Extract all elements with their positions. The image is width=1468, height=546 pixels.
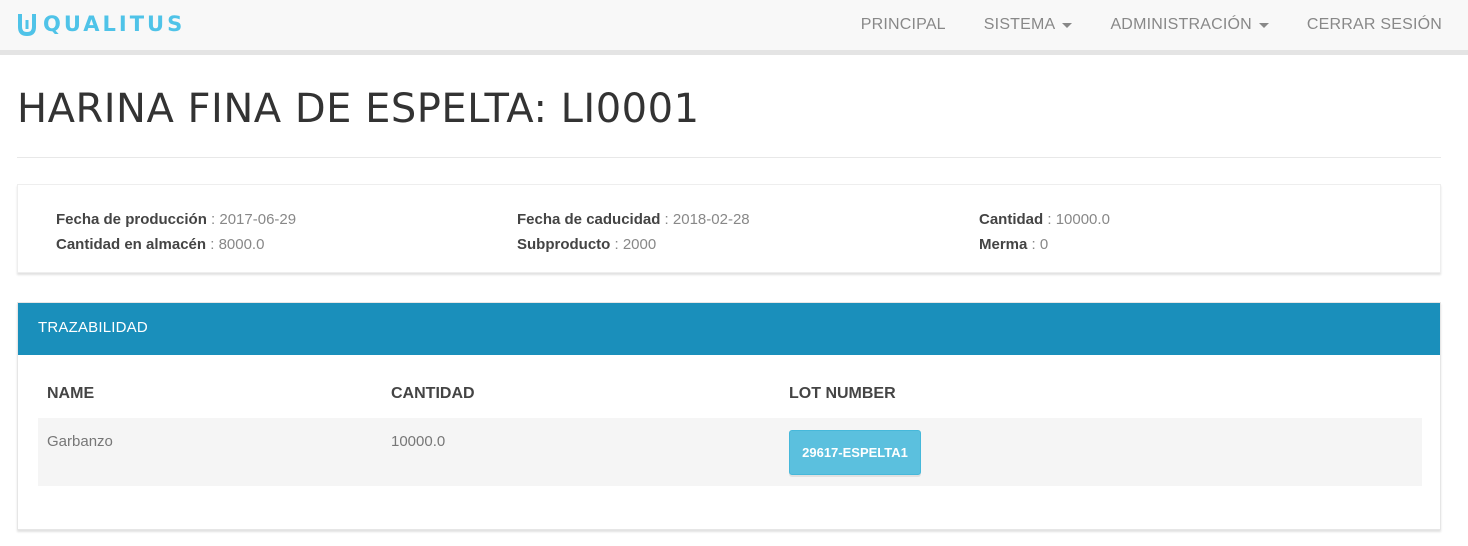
- detail-value: 2000: [622, 236, 657, 253]
- nav-item-label: CERRAR SESIÓN: [1306, 16, 1442, 33]
- detail-subproducto: Subproducto : 2000: [517, 232, 750, 257]
- details-column-2: Fecha de caducidad : 2018-02-28 Subprodu…: [517, 207, 750, 257]
- detail-cantidad-almacen: Cantidad en almacén : 8000.0: [56, 232, 296, 257]
- column-header-lot-number: LOT NUMBER: [789, 385, 896, 402]
- detail-value: 2017-06-29: [219, 211, 297, 228]
- cell-cantidad: 10000.0: [391, 433, 446, 450]
- nav-item-principal[interactable]: PRINCIPAL: [861, 16, 946, 34]
- detail-separator: :: [610, 236, 623, 253]
- qualitus-logo-icon: [18, 14, 36, 36]
- detail-merma: Merma : 0: [979, 232, 1110, 257]
- detail-cantidad: Cantidad : 10000.0: [979, 207, 1110, 232]
- title-divider: [17, 157, 1441, 158]
- nav-item-administracion[interactable]: ADMINISTRACIÓN: [1110, 16, 1269, 34]
- detail-label: Cantidad: [979, 211, 1044, 228]
- detail-separator: :: [206, 211, 220, 228]
- product-details-card: Fecha de producción : 2017-06-29 Cantida…: [17, 184, 1441, 273]
- detail-value: 8000.0: [218, 236, 265, 253]
- page-title: HARINA FINA DE ESPELTA: LI0001: [17, 86, 700, 132]
- nav-item-label: PRINCIPAL: [860, 16, 946, 33]
- brand-logo[interactable]: QUALITUS: [17, 10, 185, 38]
- detail-value: 2018-02-28: [672, 211, 750, 228]
- column-header-name: NAME: [47, 385, 95, 402]
- panel-header: TRAZABILIDAD: [18, 303, 1440, 355]
- detail-label: Merma: [979, 236, 1028, 253]
- detail-separator: :: [206, 236, 219, 253]
- nav-item-label: ADMINISTRACIÓN: [1110, 16, 1252, 33]
- traceability-panel: TRAZABILIDAD NAME CANTIDAD LOT NUMBER Ga…: [17, 302, 1441, 530]
- detail-value: 10000.0: [1055, 211, 1110, 228]
- detail-label: Cantidad en almacén: [56, 236, 207, 253]
- nav-item-sistema[interactable]: SISTEMA: [984, 16, 1073, 34]
- top-navbar: QUALITUS PRINCIPAL SISTEMA ADMINISTRACIÓ…: [0, 0, 1468, 55]
- nav-menu: PRINCIPAL SISTEMA ADMINISTRACIÓN CERRAR …: [823, 0, 1442, 50]
- nav-item-label: SISTEMA: [983, 16, 1056, 33]
- brand-name: QUALITUS: [43, 12, 186, 36]
- caret-down-icon: [1062, 22, 1073, 28]
- lot-number-button[interactable]: 29617-ESPELTA1: [789, 430, 921, 475]
- detail-separator: :: [1043, 211, 1056, 228]
- detail-separator: :: [660, 211, 673, 228]
- caret-down-icon: [1258, 22, 1269, 28]
- detail-fecha-produccion: Fecha de producción : 2017-06-29: [56, 207, 296, 232]
- nav-item-cerrar-sesion[interactable]: CERRAR SESIÓN: [1307, 16, 1442, 34]
- details-column-3: Cantidad : 10000.0 Merma : 0: [979, 207, 1110, 257]
- detail-value: 0: [1039, 236, 1049, 253]
- cell-name: Garbanzo: [47, 433, 113, 450]
- detail-label: Subproducto: [517, 236, 611, 253]
- detail-label: Fecha de producción: [56, 211, 207, 228]
- table-row: Garbanzo 10000.0 29617-ESPELTA1: [38, 418, 1422, 486]
- detail-fecha-caducidad: Fecha de caducidad : 2018-02-28: [517, 207, 750, 232]
- column-header-cantidad: CANTIDAD: [391, 385, 475, 402]
- detail-label: Fecha de caducidad: [517, 211, 661, 228]
- details-column-1: Fecha de producción : 2017-06-29 Cantida…: [56, 207, 296, 257]
- detail-separator: :: [1027, 236, 1040, 253]
